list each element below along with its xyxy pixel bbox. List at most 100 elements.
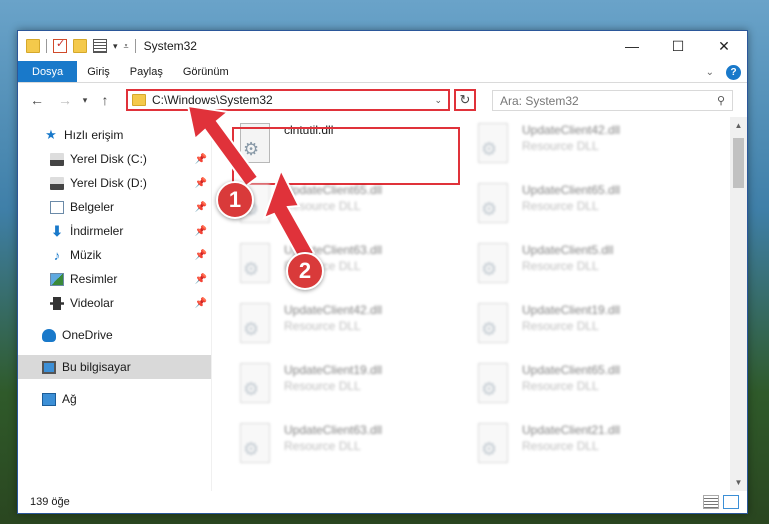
file-item[interactable]: ⚙ UpdateClient19.dll Resource DLL (236, 363, 456, 419)
sidebar-item-onedrive[interactable]: OneDrive (18, 323, 211, 347)
file-type: Resource DLL (522, 259, 599, 273)
maximize-button[interactable]: ☐ (655, 31, 701, 61)
this-pc-icon (42, 360, 56, 374)
file-type: Resource DLL (284, 199, 361, 213)
tab-file[interactable]: Dosya (18, 61, 78, 82)
file-name: UpdateClient5.dll (522, 243, 614, 257)
customize-toolbar-icon[interactable]: ⩡ (124, 41, 129, 52)
properties-icon[interactable] (93, 39, 107, 53)
scroll-down-icon[interactable]: ▼ (730, 474, 747, 491)
tab-home[interactable]: Giriş (77, 61, 120, 82)
status-bar: 139 öğe (18, 491, 747, 513)
file-type: Resource DLL (522, 379, 599, 393)
divider (46, 39, 47, 53)
file-item[interactable]: ⚙ UpdateClient5.dll Resource DLL (474, 243, 694, 299)
file-item[interactable]: ⚙ UpdateClient63.dllResource DLL (236, 243, 456, 299)
refresh-button[interactable]: ↻ (454, 89, 476, 111)
recent-locations-button[interactable]: ▾ (78, 95, 92, 106)
sidebar-item-label: Resimler (70, 272, 118, 286)
sidebar-item-label: Bu bilgisayar (62, 360, 131, 374)
file-type: Resource DLL (522, 139, 599, 153)
file-item[interactable]: ⚙ UpdateClient19.dll Resource DLL (474, 303, 694, 359)
titlebar: ▾ ⩡ System32 — ☐ ✕ (18, 31, 747, 61)
address-bar[interactable]: C:\Windows\System32 ⌄ (126, 89, 450, 111)
pin-icon: 📌 (194, 273, 207, 285)
main-content: ★ Hızlı erişim Yerel Disk (C:) 📌 Yerel D… (18, 117, 747, 491)
dll-file-icon: ⚙ (474, 243, 514, 287)
file-name: UpdateClient65.dll (284, 183, 383, 197)
chevron-down-icon[interactable]: ⌄ (434, 95, 442, 106)
documents-icon (50, 200, 64, 214)
drive-icon (50, 176, 64, 190)
file-item[interactable]: ⚙ UpdateClient65.dllResource DLL (474, 183, 694, 239)
pin-icon: 📌 (194, 297, 207, 309)
onedrive-icon (42, 328, 56, 342)
up-button[interactable]: ↑ (94, 92, 116, 108)
search-icon[interactable]: ⚲ (717, 94, 725, 107)
dll-file-icon: ⚙ (474, 123, 514, 167)
search-input[interactable]: Ara: System32 ⚲ (492, 90, 733, 111)
sidebar-item-local-disk-c[interactable]: Yerel Disk (C:) 📌 (18, 147, 211, 171)
file-type: Resource DLL (284, 379, 361, 393)
address-path[interactable]: C:\Windows\System32 (152, 93, 434, 107)
ribbon-tabs: Dosya Giriş Paylaş Görünüm ⌄ ? (18, 61, 747, 83)
vertical-scrollbar[interactable]: ▲ ▼ (730, 117, 747, 491)
sidebar-item-label: OneDrive (62, 328, 113, 342)
file-name: UpdateClient42.dll (522, 123, 621, 137)
sidebar-item-label: Belgeler (70, 200, 115, 214)
file-explorer-window: ▾ ⩡ System32 — ☐ ✕ Dosya Giriş Paylaş Gö… (17, 30, 748, 514)
dll-file-icon: ⚙ (474, 423, 514, 467)
tab-share[interactable]: Paylaş (120, 61, 173, 82)
chevron-down-icon[interactable]: ▾ (113, 41, 118, 52)
expand-ribbon-icon[interactable]: ⌄ (706, 67, 714, 78)
back-button[interactable]: ← (26, 92, 48, 108)
file-item[interactable]: ⚙ UpdateClient65.dllResource DLL (474, 363, 694, 419)
file-item[interactable]: ⚙ UpdateClient42.dll Resource DLL (236, 303, 456, 359)
step-marker-1: 1 (216, 181, 254, 219)
sidebar-item-documents[interactable]: Belgeler 📌 (18, 195, 211, 219)
dll-file-icon: ⚙ (474, 303, 514, 347)
new-folder-icon[interactable] (73, 39, 87, 53)
sidebar-item-label: Hızlı erişim (64, 128, 124, 142)
pin-icon: 📌 (194, 153, 207, 165)
sidebar-item-videos[interactable]: Videolar 📌 (18, 291, 211, 315)
pin-icon: 📌 (194, 249, 207, 261)
properties-check-icon[interactable] (53, 37, 67, 53)
sidebar-item-quick-access[interactable]: ★ Hızlı erişim (18, 123, 211, 147)
step-marker-2: 2 (286, 252, 324, 290)
scroll-up-icon[interactable]: ▲ (730, 117, 747, 134)
file-name: UpdateClient42.dll (284, 303, 383, 317)
sidebar-item-downloads[interactable]: ⬇ İndirmeler 📌 (18, 219, 211, 243)
sidebar-item-label: Ağ (62, 392, 77, 406)
forward-button[interactable]: → (54, 92, 76, 108)
folder-icon (26, 39, 40, 53)
sidebar-item-label: İndirmeler (70, 224, 124, 238)
scroll-thumb[interactable] (733, 138, 744, 188)
drive-icon (50, 152, 64, 166)
dll-file-icon: ⚙ (236, 243, 276, 287)
minimize-button[interactable]: — (609, 31, 655, 61)
file-type: Resource DLL (522, 439, 599, 453)
navigation-pane: ★ Hızlı erişim Yerel Disk (C:) 📌 Yerel D… (18, 117, 211, 491)
sidebar-item-pictures[interactable]: Resimler 📌 (18, 267, 211, 291)
file-item[interactable]: ⚙ UpdateClient42.dll Resource DLL (474, 123, 694, 179)
tab-view[interactable]: Görünüm (173, 61, 239, 82)
file-item[interactable]: ⚙ UpdateClient21.dll Resource DLL (474, 423, 694, 479)
close-button[interactable]: ✕ (701, 31, 747, 61)
file-item[interactable]: ⚙ UpdateClient63.dllResource DLL (236, 423, 456, 479)
folder-icon (132, 94, 146, 106)
sidebar-item-label: Videolar (70, 296, 114, 310)
divider (134, 39, 136, 53)
sidebar-item-this-pc[interactable]: Bu bilgisayar (18, 355, 211, 379)
sidebar-item-local-disk-d[interactable]: Yerel Disk (D:) 📌 (18, 171, 211, 195)
sidebar-item-network[interactable]: Ağ (18, 387, 211, 411)
item-count: 139 öğe (30, 496, 70, 508)
navigation-bar: ← → ▾ ↑ C:\Windows\System32 ⌄ ↻ Ara: Sys… (18, 83, 747, 117)
details-view-icon[interactable] (703, 495, 719, 509)
sidebar-item-music[interactable]: ♪ Müzik 📌 (18, 243, 211, 267)
help-icon[interactable]: ? (726, 64, 741, 80)
file-item[interactable]: ⚙ UpdateClient65.dllResource DLL (236, 183, 456, 239)
music-icon: ♪ (53, 247, 61, 263)
sidebar-item-label: Yerel Disk (D:) (70, 176, 147, 190)
large-icons-view-icon[interactable] (723, 495, 739, 509)
